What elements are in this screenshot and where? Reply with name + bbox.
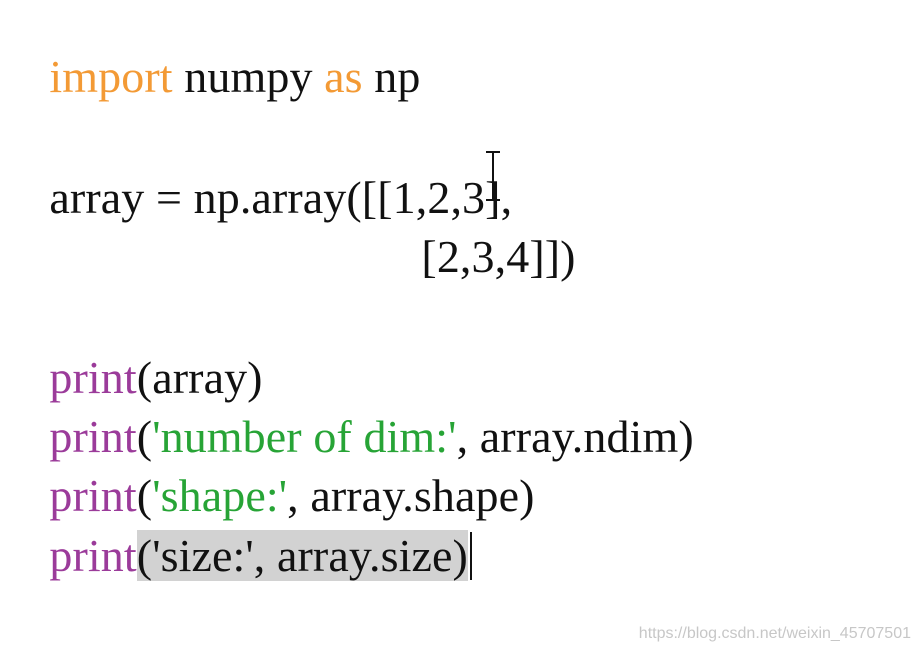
print-function: print	[49, 530, 137, 581]
insertion-caret	[469, 532, 472, 580]
array-definition-second-line: [2,3,4]])	[421, 231, 576, 282]
code-line-array-continuation[interactable]: [2,3,4]])	[375, 170, 576, 282]
module-alias: np	[362, 51, 421, 102]
code-line-print-array[interactable]: print(array)	[3, 291, 263, 403]
code-line-print-shape[interactable]: print('shape:', array.shape)	[3, 409, 535, 521]
code-line-array-definition[interactable]: array = np.array([[1,2,3],	[3, 111, 512, 223]
code-line-print-size[interactable]: print('size:', array.size)	[3, 469, 472, 581]
keyword-as: as	[324, 51, 363, 102]
module-name: numpy	[172, 51, 325, 102]
keyword-import: import	[49, 51, 173, 102]
code-line-print-ndim[interactable]: print('number of dim:', array.ndim)	[3, 350, 694, 462]
watermark-url: https://blog.csdn.net/weixin_45707501	[638, 625, 911, 642]
selected-size-code[interactable]: ('size:', array.size)	[136, 530, 468, 581]
code-line-import[interactable]: import numpy as np	[3, 0, 421, 102]
code-editor[interactable]: import numpy as np array = np.array([[1,…	[0, 0, 919, 657]
